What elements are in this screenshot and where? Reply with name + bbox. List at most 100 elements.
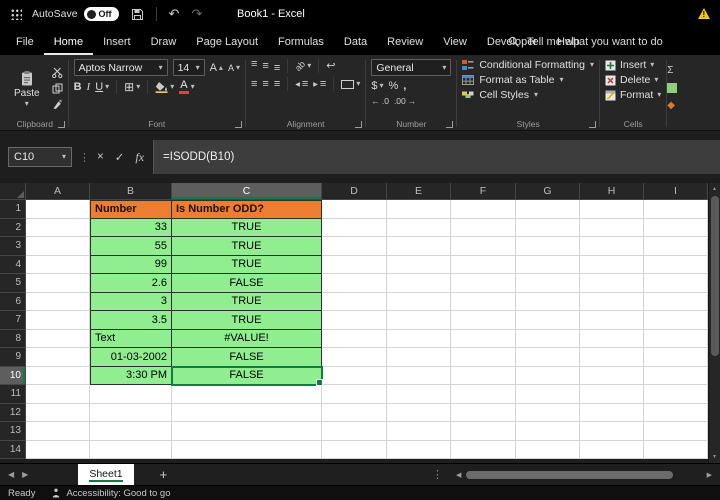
add-sheet-button[interactable]: + xyxy=(148,464,180,485)
row-header-8[interactable]: 8 xyxy=(0,329,26,348)
cell-A13[interactable] xyxy=(26,422,90,441)
select-all-corner[interactable] xyxy=(0,183,26,200)
cell-G13[interactable] xyxy=(516,422,580,441)
column-header-B[interactable]: B xyxy=(90,183,172,200)
cell-E7[interactable] xyxy=(387,311,451,330)
cell-C4[interactable]: TRUE xyxy=(172,255,322,274)
cell-B1[interactable]: Number xyxy=(90,200,172,219)
format-as-table-button[interactable]: Format as Table ▾ xyxy=(462,74,594,86)
cell-H9[interactable] xyxy=(580,348,644,367)
cell-H3[interactable] xyxy=(580,237,644,256)
copy-button[interactable] xyxy=(52,83,63,94)
cell-G10[interactable] xyxy=(516,366,580,385)
cell-H13[interactable] xyxy=(580,422,644,441)
row-header-7[interactable]: 7 xyxy=(0,311,26,330)
accounting-format-button[interactable]: $ ▾ xyxy=(371,80,383,92)
cell-F10[interactable] xyxy=(451,366,516,385)
cell-F12[interactable] xyxy=(451,403,516,422)
bottom-align-button[interactable]: ≡ xyxy=(274,63,280,74)
cell-H10[interactable] xyxy=(580,366,644,385)
horizontal-scrollbar[interactable]: ◀ ▶ xyxy=(456,469,712,481)
cell-D14[interactable] xyxy=(322,440,387,459)
top-align-button[interactable]: ≡ xyxy=(251,59,257,70)
tab-review[interactable]: Review xyxy=(377,28,433,55)
enter-icon[interactable]: ✓ xyxy=(115,150,125,164)
cell-H8[interactable] xyxy=(580,329,644,348)
cell-B4[interactable]: 99 xyxy=(90,255,172,274)
font-name-combo[interactable]: Aptos Narrow ▾ xyxy=(73,59,168,76)
tab-page-layout[interactable]: Page Layout xyxy=(186,28,268,55)
cell-G14[interactable] xyxy=(516,440,580,459)
increase-decimal-button[interactable]: ← .0 xyxy=(371,96,389,106)
column-header-F[interactable]: F xyxy=(451,183,516,200)
align-right-button[interactable]: ≡ xyxy=(274,79,280,90)
fill-color-button[interactable]: ▾ xyxy=(155,81,174,93)
formula-input[interactable]: =ISODD(B10) xyxy=(153,140,720,174)
cell-D13[interactable] xyxy=(322,422,387,441)
cell-H4[interactable] xyxy=(580,255,644,274)
cell-E10[interactable] xyxy=(387,366,451,385)
cell-F6[interactable] xyxy=(451,292,516,311)
cell-A12[interactable] xyxy=(26,403,90,422)
orientation-button[interactable]: ab ▾ xyxy=(293,59,311,73)
cell-styles-button[interactable]: Cell Styles ▾ xyxy=(462,89,594,101)
cell-B6[interactable]: 3 xyxy=(90,292,172,311)
borders-button[interactable]: ⊞ ▾ xyxy=(124,80,140,94)
scroll-up-icon[interactable]: ▴ xyxy=(713,185,716,193)
insert-cells-button[interactable]: Insert ▾ xyxy=(605,59,661,71)
cell-F5[interactable] xyxy=(451,274,516,293)
cell-I1[interactable] xyxy=(644,200,708,219)
cell-C6[interactable]: TRUE xyxy=(172,292,322,311)
cell-A3[interactable] xyxy=(26,237,90,256)
cell-D7[interactable] xyxy=(322,311,387,330)
tell-me-search[interactable]: Tell me what you want to do xyxy=(508,28,663,55)
cell-H11[interactable] xyxy=(580,385,644,404)
cell-C2[interactable]: TRUE xyxy=(172,218,322,237)
clipboard-dialog-launcher[interactable] xyxy=(57,121,65,128)
merge-center-button[interactable]: ▾ xyxy=(341,79,360,89)
tab-insert[interactable]: Insert xyxy=(93,28,141,55)
cell-E8[interactable] xyxy=(387,329,451,348)
cell-C10[interactable]: FALSE xyxy=(171,365,323,386)
cell-G2[interactable] xyxy=(516,218,580,237)
paste-button[interactable]: Paste ▾ xyxy=(7,59,47,118)
sheet-tab-splitter[interactable]: ⋮ xyxy=(432,468,443,481)
cell-B5[interactable]: 2.6 xyxy=(90,274,172,293)
center-button[interactable]: ≡ xyxy=(262,79,268,90)
autosum-icon[interactable]: Σ xyxy=(667,65,673,76)
underline-button[interactable]: U ▾ xyxy=(95,81,109,93)
cell-B2[interactable]: 33 xyxy=(90,218,172,237)
scroll-down-icon[interactable]: ▾ xyxy=(713,453,716,461)
cell-A11[interactable] xyxy=(26,385,90,404)
row-header-4[interactable]: 4 xyxy=(0,255,26,274)
cancel-icon[interactable]: × xyxy=(97,151,104,163)
font-dialog-launcher[interactable] xyxy=(234,121,242,128)
cell-G7[interactable] xyxy=(516,311,580,330)
fill-icon[interactable] xyxy=(667,83,678,93)
cell-H5[interactable] xyxy=(580,274,644,293)
sheet-nav-right-icon[interactable]: ▶ xyxy=(22,470,28,479)
cell-B10[interactable]: 3:30 PM xyxy=(90,366,172,385)
row-header-2[interactable]: 2 xyxy=(0,218,26,237)
delete-cells-button[interactable]: Delete ▾ xyxy=(605,74,661,86)
cell-B12[interactable] xyxy=(90,403,172,422)
cell-G4[interactable] xyxy=(516,255,580,274)
cell-A10[interactable] xyxy=(26,366,90,385)
decrease-font-button[interactable]: A ▾ xyxy=(228,63,240,73)
tab-file[interactable]: File xyxy=(6,28,44,55)
cell-A6[interactable] xyxy=(26,292,90,311)
cell-E11[interactable] xyxy=(387,385,451,404)
column-header-C[interactable]: C xyxy=(172,183,322,200)
name-box[interactable]: C10 ▾ xyxy=(8,147,72,167)
cell-C9[interactable]: FALSE xyxy=(172,348,322,367)
vertical-scrollbar[interactable]: ▴ ▾ xyxy=(708,183,720,463)
cell-C5[interactable]: FALSE xyxy=(172,274,322,293)
cell-I8[interactable] xyxy=(644,329,708,348)
cell-I9[interactable] xyxy=(644,348,708,367)
cell-G9[interactable] xyxy=(516,348,580,367)
column-header-G[interactable]: G xyxy=(516,183,580,200)
accessibility-status[interactable]: Accessibility: Good to go xyxy=(51,488,171,499)
vertical-scroll-thumb[interactable] xyxy=(710,196,719,356)
cell-G5[interactable] xyxy=(516,274,580,293)
column-header-I[interactable]: I xyxy=(644,183,708,200)
